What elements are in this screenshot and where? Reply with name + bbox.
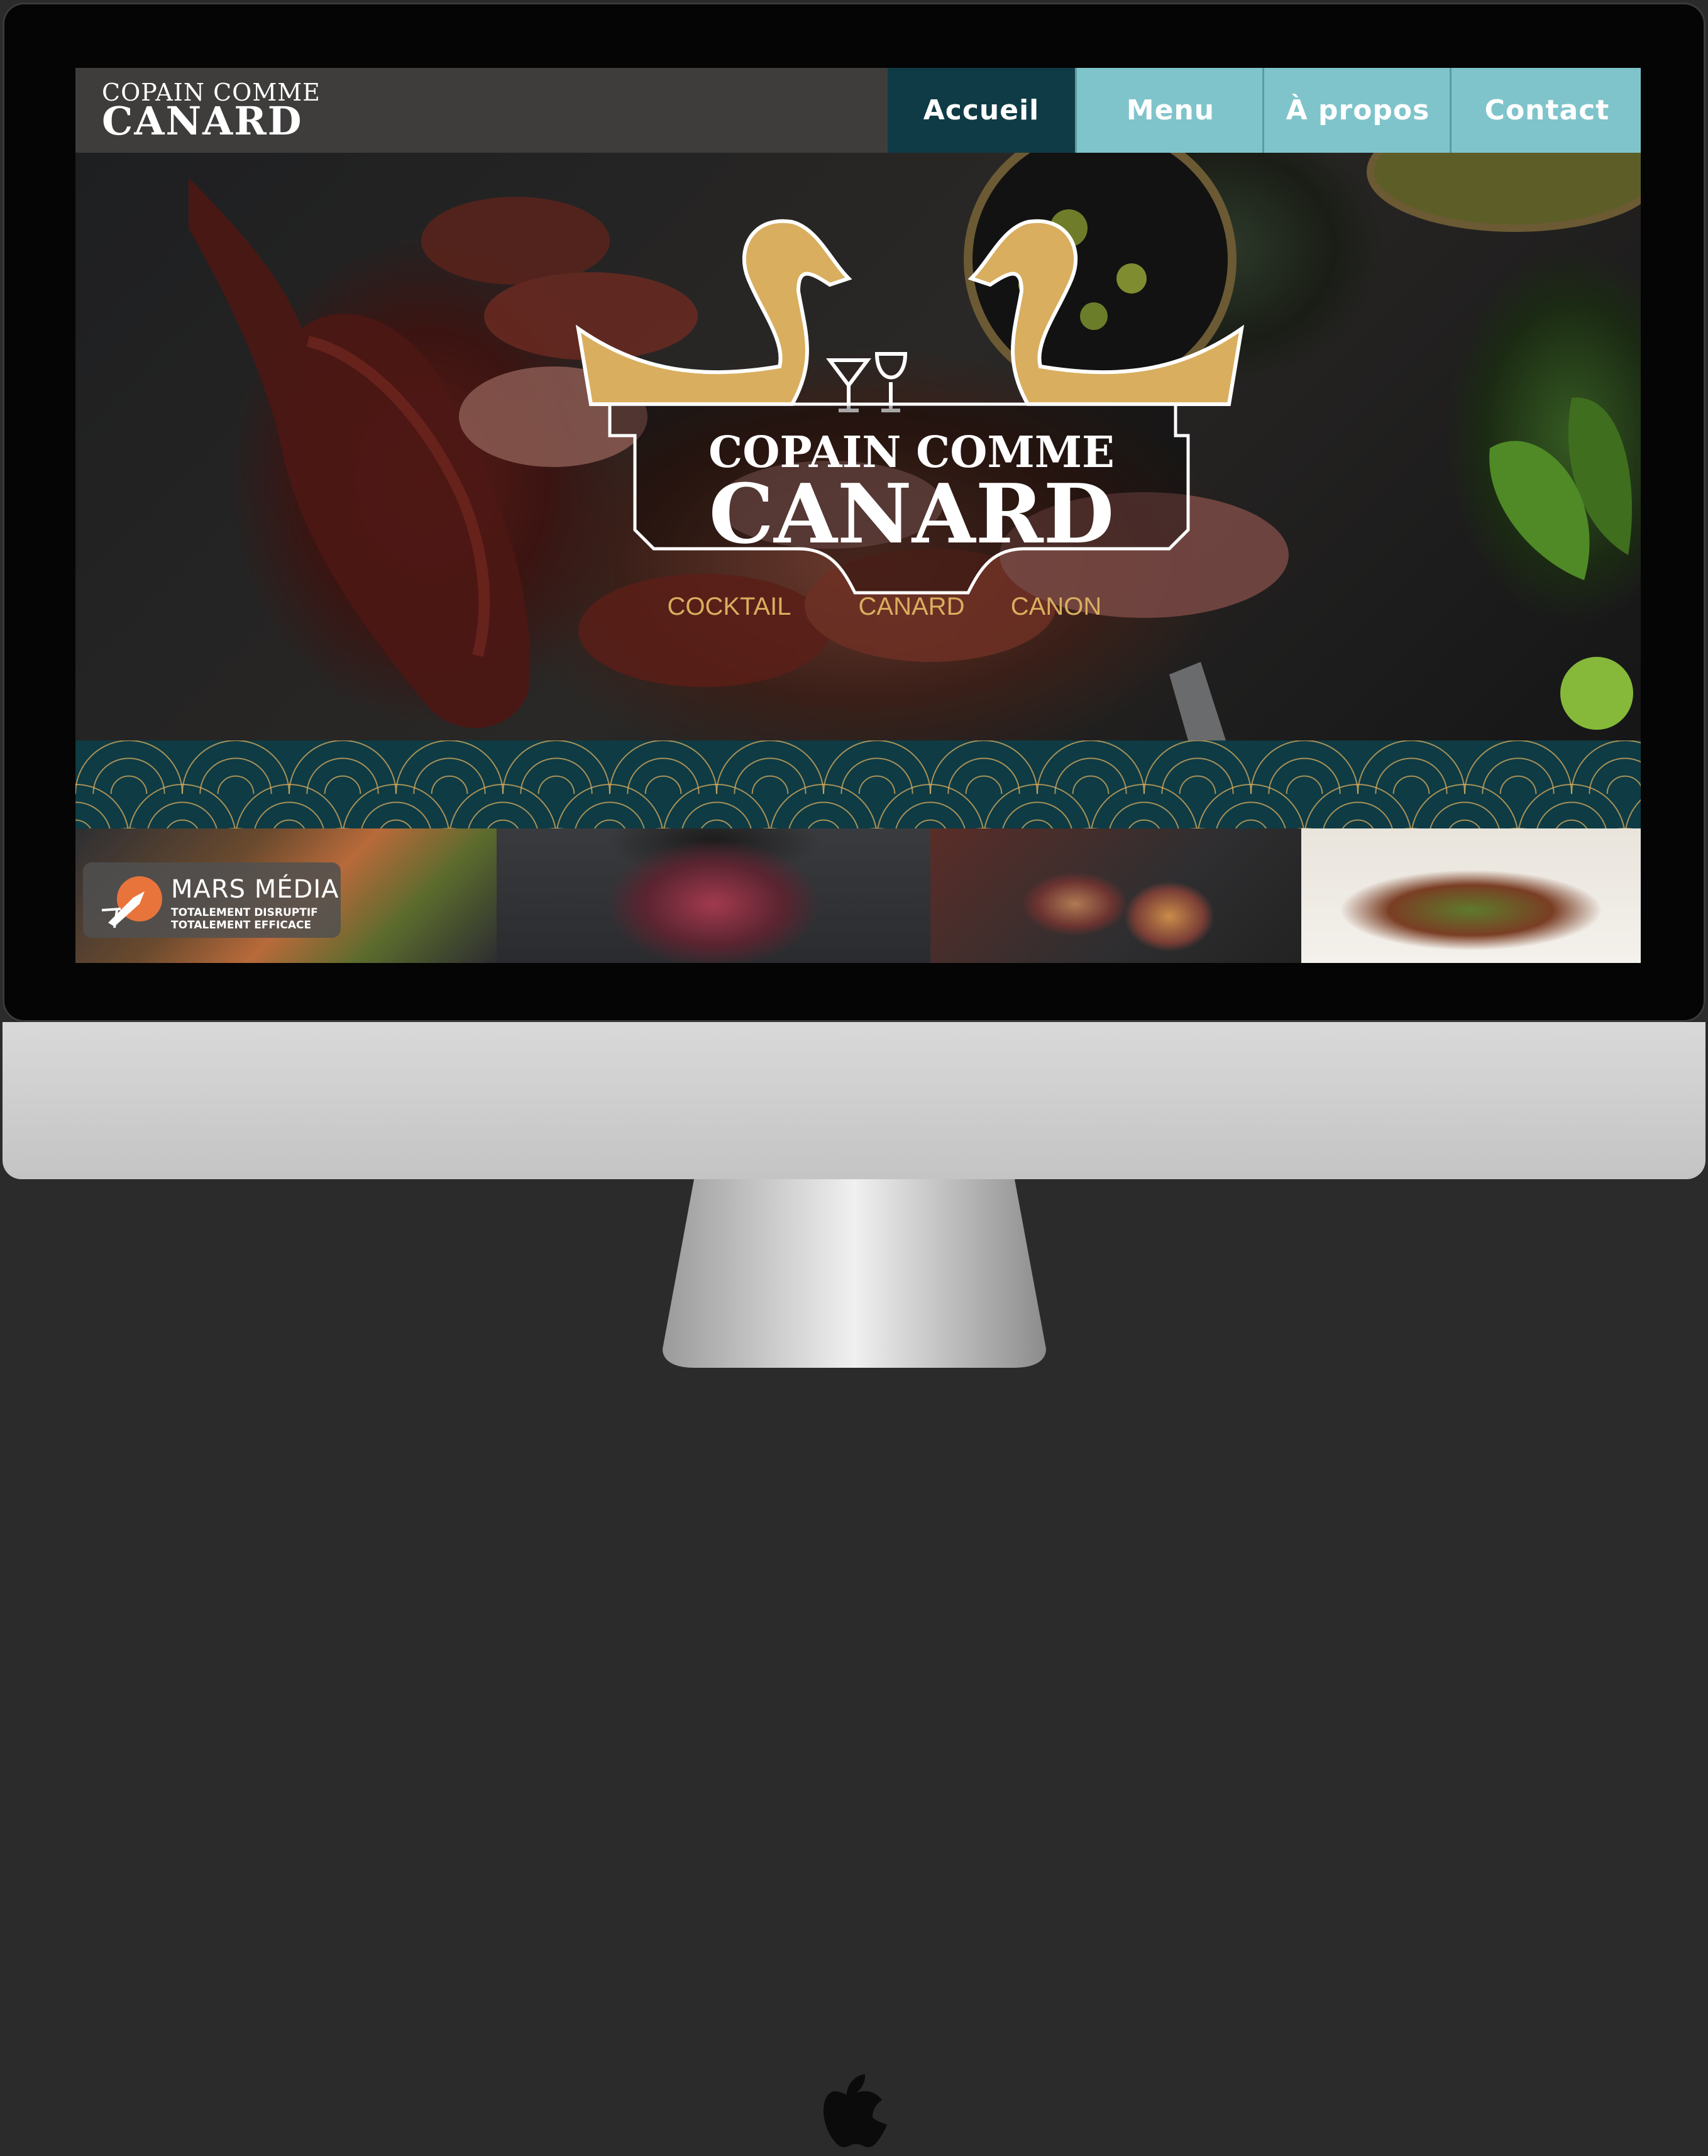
hero-banner: COPAIN COMME CANARD COCKTAIL CANARD CANO…: [75, 153, 1641, 740]
mars-media-name: MARS MÉDIA: [171, 875, 339, 904]
nav-a-propos[interactable]: À propos: [1262, 68, 1452, 153]
monitor-bezel: COPAIN COMME CANARD Accueil Menu À propo…: [3, 3, 1705, 1022]
thumbnail-bao[interactable]: MARS MÉDIA TOTALEMENT DISRUPTIF TOTALEME…: [75, 828, 497, 963]
monitor-chin: [3, 1022, 1705, 2147]
rocket-icon: [101, 876, 162, 928]
brand-logo[interactable]: COPAIN COMME CANARD: [102, 80, 321, 141]
emblem-title-line2: CANARD: [709, 466, 1115, 562]
nav-accueil[interactable]: Accueil: [888, 68, 1075, 153]
art-deco-pattern-graphic: [75, 740, 1641, 828]
nav-menu[interactable]: Menu: [1075, 68, 1264, 153]
mars-media-badge[interactable]: MARS MÉDIA TOTALEMENT DISRUPTIF TOTALEME…: [83, 862, 341, 938]
thumbnail-terrine[interactable]: [930, 828, 1301, 963]
art-deco-pattern: [75, 740, 1641, 828]
thumbnail-burger[interactable]: [497, 828, 930, 963]
tagline-canon: CANON: [1011, 593, 1101, 620]
thumbnail-bun[interactable]: [1301, 828, 1641, 963]
hero-food-photo: COPAIN COMME CANARD COCKTAIL CANARD CANO…: [189, 153, 1641, 740]
wine-glass-icon: [874, 352, 908, 412]
mars-media-slogan1: TOTALEMENT DISRUPTIF: [171, 906, 318, 919]
navbar: COPAIN COMME CANARD Accueil Menu À propo…: [75, 68, 1641, 153]
brand-line2: CANARD: [102, 98, 303, 144]
monitor-stand: [663, 1179, 1046, 1368]
tagline-cocktail: COCKTAIL: [667, 593, 791, 620]
food-thumbnails: MARS MÉDIA TOTALEMENT DISRUPTIF TOTALEME…: [75, 828, 1641, 963]
imac-monitor: COPAIN COMME CANARD Accueil Menu À propo…: [3, 3, 1705, 2147]
apple-logo-icon: [824, 2074, 887, 2147]
mars-media-slogan2: TOTALEMENT EFFICACE: [171, 919, 312, 932]
nav-contact[interactable]: Contact: [1450, 68, 1641, 153]
tagline-canard: CANARD: [859, 593, 965, 620]
website-screen: COPAIN COMME CANARD Accueil Menu À propo…: [75, 68, 1641, 963]
